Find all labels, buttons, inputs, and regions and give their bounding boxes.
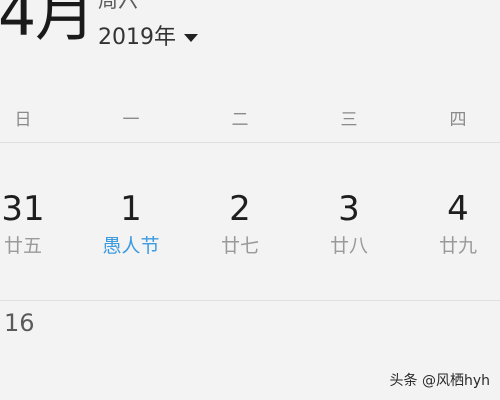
header-divider [0,142,500,143]
day-number[interactable]: 16 [4,305,35,341]
day-number: 4 [447,189,469,229]
day-cell[interactable]: 2 廿七 [192,185,288,275]
month-title: 4月 [0,0,95,50]
caret-down-icon [184,34,198,42]
weekday-thu: 四 [449,110,467,130]
watermark: 头条 @风栖hyh [389,373,490,389]
day-number: 31 [1,189,45,229]
lunar-date: 廿八 [329,235,368,257]
day-cell[interactable]: 1 愚人节 [83,185,179,275]
lunar-date: 廿九 [438,235,477,257]
day-number: 2 [229,189,251,229]
weekday-wed: 三 [340,110,358,130]
weekday-sun: 日 [14,110,32,130]
lunar-date: 廿七 [220,235,259,257]
weekday-header-row: 日 一 二 三 四 [0,100,500,140]
day-cell[interactable]: 3 廿八 [301,185,397,275]
day-cell[interactable]: 31 廿五 [0,185,71,275]
year-picker[interactable]: 2019年 [98,24,198,52]
weekday-tue: 二 [231,110,249,130]
calendar-header: 4月 周六 2019年 [0,0,500,60]
day-number: 3 [338,189,360,229]
week-divider [0,300,500,301]
weekday-mon: 一 [122,110,140,130]
selected-weekday-label: 周六 [98,0,138,12]
next-week-row: 16 [0,305,500,345]
lunar-date: 廿五 [3,235,42,257]
day-number: 1 [120,189,142,229]
week-row: 31 廿五 1 愚人节 2 廿七 3 廿八 4 廿九 [0,185,500,275]
day-cell[interactable]: 4 廿九 [410,185,500,275]
year-label: 2019年 [98,25,176,50]
festival-label: 愚人节 [102,235,160,257]
